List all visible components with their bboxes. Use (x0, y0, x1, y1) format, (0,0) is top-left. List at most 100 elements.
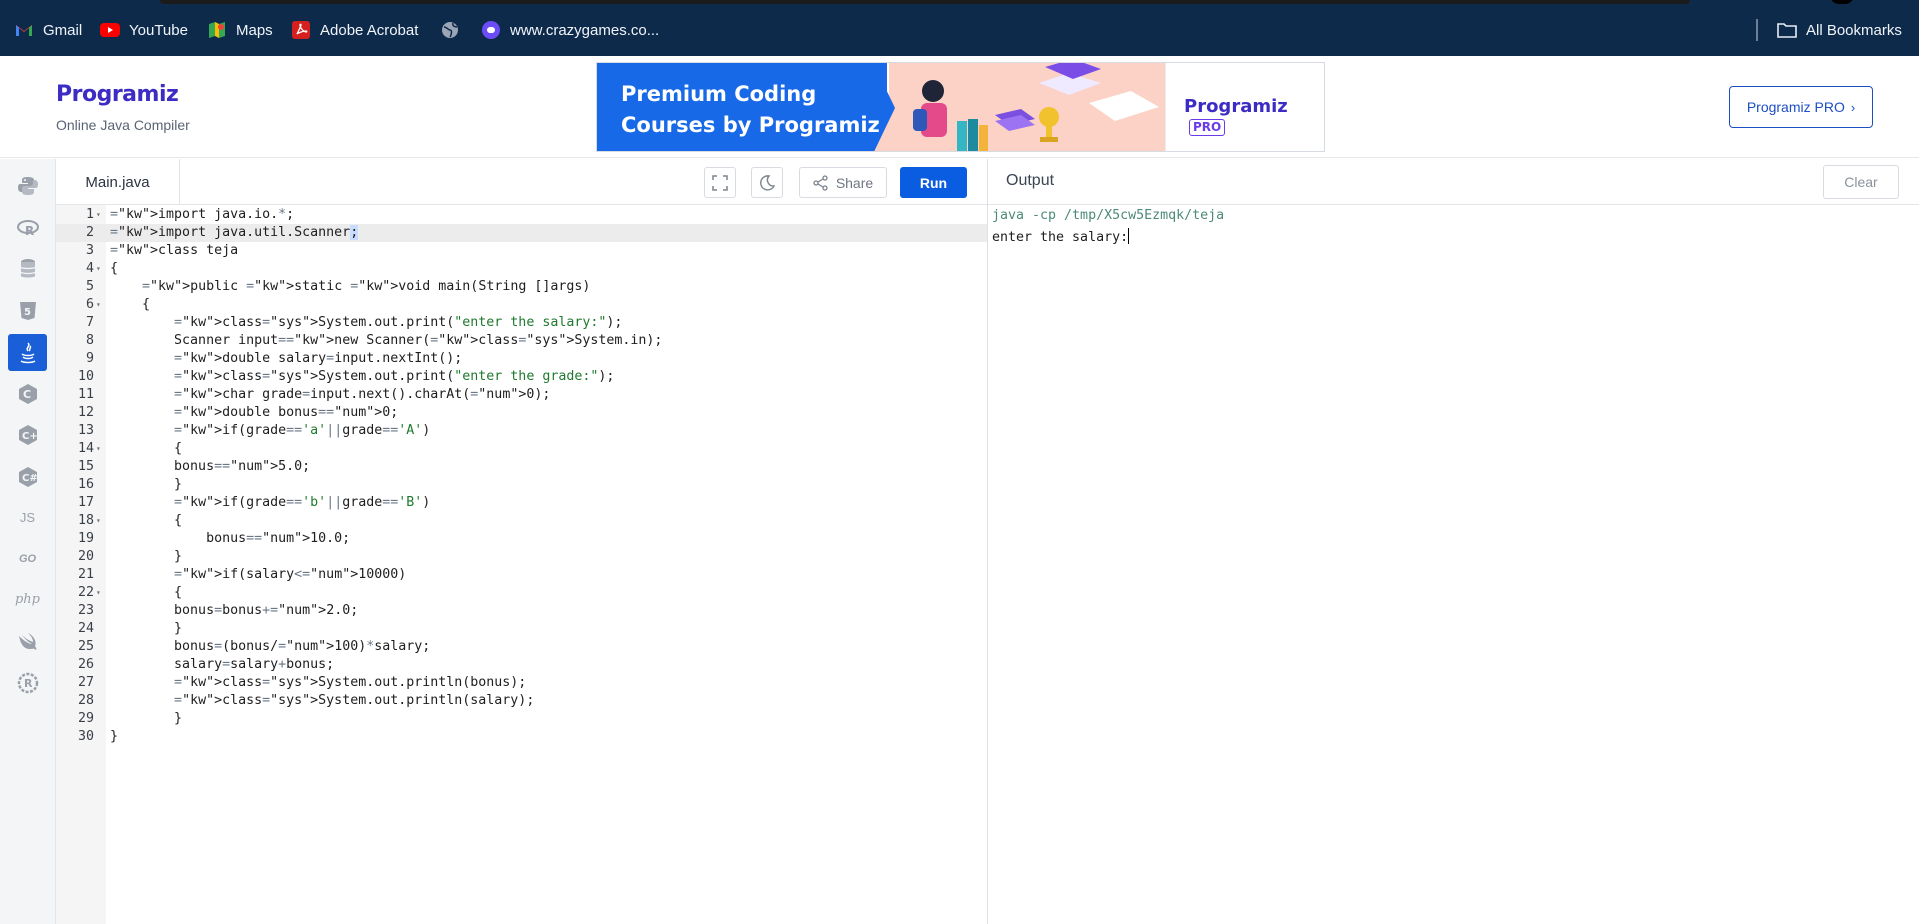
go-label: GO (18, 552, 37, 565)
lang-c-icon[interactable]: C (8, 375, 47, 412)
code-line[interactable]: 5 ="kw">public ="kw">static ="kw">void m… (56, 278, 987, 296)
line-number: 18 (77, 513, 94, 528)
code-line[interactable]: 16 } (56, 476, 987, 494)
code-text: { (110, 261, 119, 276)
bookmark-youtube[interactable]: YouTube (100, 18, 188, 42)
bookmark-gmail[interactable]: Gmail (14, 18, 82, 42)
bookmark-acrobat[interactable]: Adobe Acrobat (291, 18, 418, 42)
fold-arrow-icon[interactable]: ▾ (96, 584, 101, 602)
code-line[interactable]: 7 ="kw">class="sys">System.out.print("en… (56, 314, 987, 332)
code-line[interactable]: 22 ▾ { (56, 584, 987, 602)
code-line[interactable]: 27 ="kw">class="sys">System.out.println(… (56, 674, 987, 692)
promo-banner[interactable]: Premium Coding Courses by Programiz Prog… (596, 62, 1325, 152)
all-bookmarks[interactable]: All Bookmarks (1777, 18, 1902, 42)
pane-divider[interactable] (987, 159, 988, 924)
gmail-icon (14, 20, 34, 40)
programiz-pro-button[interactable]: Programiz PRO › (1729, 86, 1873, 128)
code-line[interactable]: 25 bonus=(bonus/="num">100)*salary; (56, 638, 987, 656)
line-number: 23 (77, 603, 94, 618)
code-line[interactable]: 30} (56, 728, 987, 746)
banner-title: Premium Coding Courses by Programiz (621, 82, 880, 137)
svg-text:C+: C+ (22, 431, 38, 442)
code-line[interactable]: 2 ="kw">import java.util.Scanner; (56, 224, 987, 242)
code-text: { (110, 297, 151, 312)
code-text: } (110, 549, 183, 564)
run-button[interactable]: Run (900, 167, 967, 198)
code-text: salary=salary+bonus; (110, 657, 335, 672)
lang-java-icon[interactable] (8, 334, 47, 371)
fullscreen-button[interactable] (704, 167, 736, 198)
code-line[interactable]: 17 ="kw">if(grade=='b'||grade=='B') (56, 494, 987, 512)
line-number: 17 (77, 495, 94, 510)
lang-go-icon[interactable]: GO (8, 540, 47, 577)
lang-html-icon[interactable]: 5 (8, 292, 47, 329)
code-line[interactable]: 13 ="kw">if(grade=='a'||grade=='A') (56, 422, 987, 440)
code-line[interactable]: 3 ="kw">class teja (56, 242, 987, 260)
lang-swift-icon[interactable] (8, 623, 47, 660)
bookmark-maps[interactable]: Maps (207, 18, 273, 42)
code-text: ="kw">import java.io.*; (110, 207, 295, 222)
code-text: ="kw">class="sys">System.out.println(sal… (174, 693, 535, 708)
line-number: 9 (85, 351, 94, 366)
code-line[interactable]: 1 ▾ ="kw">import java.io.*; (56, 206, 987, 224)
code-line[interactable]: 18 ▾ { (56, 512, 987, 530)
lang-cpp-icon[interactable]: C+ (8, 416, 47, 453)
code-text: bonus=="num">10.0; (110, 531, 351, 546)
output-console[interactable]: enter the salary: (992, 227, 1130, 249)
banner-brand-name: Programiz (1184, 96, 1288, 117)
code-line[interactable]: 24 } (56, 620, 987, 638)
code-line[interactable]: 8 Scanner input=="kw">new Scanner(="kw">… (56, 332, 987, 350)
code-line[interactable]: 23 bonus=bonus+="num">2.0; (56, 602, 987, 620)
fold-arrow-icon[interactable]: ▾ (96, 206, 101, 224)
code-line[interactable]: 20 } (56, 548, 987, 566)
code-line[interactable]: 29 } (56, 710, 987, 728)
banner-brand-panel: Programiz PRO (1165, 63, 1324, 151)
code-line[interactable]: 14 ▾ { (56, 440, 987, 458)
lang-php-icon[interactable]: php (8, 581, 47, 618)
bookmark-globe[interactable] (440, 18, 469, 42)
pro-button-label: Programiz PRO (1746, 99, 1845, 115)
bookmark-crazygames[interactable]: www.crazygames.co... (481, 18, 659, 42)
code-line[interactable]: 21 ="kw">if(salary<="num">10000) (56, 566, 987, 584)
line-number: 30 (77, 729, 94, 744)
maps-icon (207, 20, 227, 40)
code-line[interactable]: 19 bonus=="num">10.0; (56, 530, 987, 548)
programiz-logo[interactable]: Programiz (56, 82, 179, 107)
code-line[interactable]: 15 bonus=="num">5.0; (56, 458, 987, 476)
code-text: } (110, 711, 183, 726)
lang-python-icon[interactable] (8, 167, 47, 204)
line-number: 27 (77, 675, 94, 690)
code-line[interactable]: 6 ▾ { (56, 296, 987, 314)
fold-arrow-icon[interactable]: ▾ (96, 260, 101, 278)
fold-arrow-icon[interactable]: ▾ (96, 296, 101, 314)
clear-button[interactable]: Clear (1823, 165, 1899, 199)
code-line[interactable]: 26 salary=salary+bonus; (56, 656, 987, 674)
code-line[interactable]: 4 ▾ { (56, 260, 987, 278)
browser-top-strip (160, 0, 1690, 4)
code-line[interactable]: 11 ="kw">char grade=input.next().charAt(… (56, 386, 987, 404)
share-icon (813, 174, 828, 191)
lang-sql-icon[interactable] (8, 250, 47, 287)
lang-rust-icon[interactable]: R (8, 664, 47, 701)
line-number: 2 (85, 225, 94, 240)
theme-toggle-button[interactable] (751, 167, 783, 198)
lang-js-icon[interactable]: JS (8, 499, 47, 536)
chevron-right-icon: › (1850, 99, 1856, 115)
code-text: } (110, 729, 119, 744)
bookmark-label: Adobe Acrobat (320, 21, 419, 39)
line-number: 25 (77, 639, 94, 654)
code-line[interactable]: 12 ="kw">double bonus=="num">0; (56, 404, 987, 422)
lang-csharp-icon[interactable]: C# (8, 458, 47, 495)
logo-text: Programiz (56, 82, 179, 107)
share-button[interactable]: Share (799, 167, 887, 198)
code-line[interactable]: 28 ="kw">class="sys">System.out.println(… (56, 692, 987, 710)
line-number: 21 (77, 567, 94, 582)
code-line[interactable]: 10 ="kw">class="sys">System.out.print("e… (56, 368, 987, 386)
fold-arrow-icon[interactable]: ▾ (96, 440, 101, 458)
fold-arrow-icon[interactable]: ▾ (96, 512, 101, 530)
tab-main-java[interactable]: Main.java (56, 159, 180, 205)
profile-avatar[interactable] (1830, 0, 1854, 4)
lang-r-icon[interactable]: R (8, 209, 47, 246)
all-bookmarks-label: All Bookmarks (1806, 21, 1902, 39)
code-line[interactable]: 9 ="kw">double salary=input.nextInt(); (56, 350, 987, 368)
